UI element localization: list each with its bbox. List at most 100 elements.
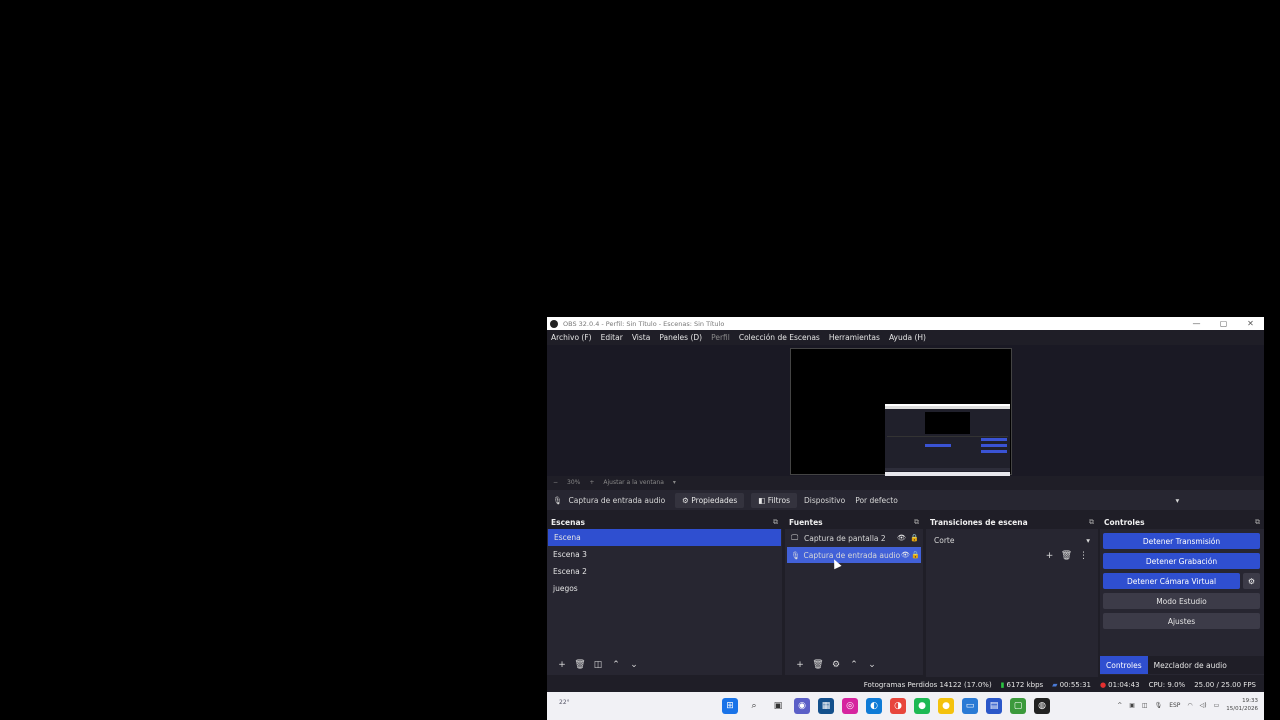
source-item[interactable]: 🎙 Captura de entrada audio 👁 🔒: [787, 547, 921, 563]
lock-icon[interactable]: 🔒: [908, 534, 921, 542]
source-toolbar: 🎙 Captura de entrada audio ⚙ Propiedades…: [547, 490, 1264, 510]
zoom-out-button[interactable]: −: [553, 479, 558, 486]
chrome-icon[interactable]: ◑: [890, 698, 906, 714]
zoom-bar: − 30% + Ajustar a la ventana ▾: [547, 476, 1264, 488]
source-properties-button[interactable]: ⚙: [827, 660, 845, 670]
menu-herramientas[interactable]: Herramientas: [829, 333, 880, 342]
chevron-down-icon: ▾: [1086, 535, 1090, 545]
preview-area[interactable]: [547, 345, 1264, 477]
source-item[interactable]: 🖵 Captura de pantalla 2 👁 🔒: [787, 530, 921, 546]
start-icon[interactable]: ⊞: [722, 698, 738, 714]
tab-audio-mixer[interactable]: Mezclador de audio: [1148, 656, 1233, 674]
file-explorer-icon[interactable]: ●: [938, 698, 954, 714]
battery-icon[interactable]: ▭: [1214, 702, 1220, 709]
remove-source-button[interactable]: 🗑: [809, 660, 827, 670]
tray-mic-icon[interactable]: 🎙: [1155, 702, 1163, 709]
maximize-button[interactable]: ▢: [1210, 319, 1237, 328]
wifi-icon[interactable]: ◠: [1187, 702, 1192, 709]
zoom-level: 30%: [567, 478, 581, 486]
store-icon[interactable]: ▭: [962, 698, 978, 714]
chrome-alt-icon[interactable]: ▢: [1010, 698, 1026, 714]
add-source-button[interactable]: +: [791, 660, 809, 670]
device-select[interactable]: Por defecto ▾: [851, 493, 1184, 507]
obs-icon[interactable]: ◍: [1034, 698, 1050, 714]
move-scene-up-button[interactable]: ⌃: [607, 660, 625, 670]
obs-logo-icon: [550, 319, 558, 328]
scene-item[interactable]: Escena 2: [547, 563, 782, 580]
move-source-up-button[interactable]: ⌃: [845, 660, 863, 670]
transition-value: Corte: [934, 535, 955, 545]
settings-button[interactable]: Ajustes: [1103, 613, 1260, 629]
menu-archivo[interactable]: Archivo (F): [551, 333, 592, 342]
transition-select[interactable]: Corte ▾: [930, 533, 1094, 547]
popout-icon[interactable]: ⧉: [1255, 518, 1260, 527]
tray-chevron-icon[interactable]: ^: [1117, 702, 1122, 709]
popout-icon[interactable]: ⧉: [914, 518, 919, 527]
scene-filters-button[interactable]: ◫: [589, 660, 607, 670]
visibility-eye-icon[interactable]: 👁: [895, 534, 908, 542]
stop-stream-button[interactable]: Detener Transmisión: [1103, 533, 1260, 549]
scene-item[interactable]: Escena 3: [547, 546, 782, 563]
tab-controls[interactable]: Controles: [1100, 656, 1148, 674]
add-scene-button[interactable]: +: [553, 660, 571, 670]
source-label: Captura de entrada audio: [803, 550, 901, 560]
controls-title: Controles: [1104, 517, 1145, 527]
language-indicator[interactable]: ESP: [1169, 702, 1180, 709]
move-scene-down-button[interactable]: ⌄: [625, 660, 643, 670]
system-tray: ^ ▣ ◫ 🎙 ESP ◠ ◁) ▭ 19:33 15/01/2026: [1110, 697, 1258, 713]
close-button[interactable]: ✕: [1237, 319, 1264, 328]
menu-ayuda[interactable]: Ayuda (H): [889, 333, 926, 342]
weather-widget[interactable]: 22°: [559, 699, 570, 706]
program-preview[interactable]: [790, 348, 1012, 477]
teams-icon[interactable]: ◉: [794, 698, 810, 714]
microphone-icon: 🎙: [791, 550, 801, 560]
task-view-icon[interactable]: ▣: [770, 698, 786, 714]
taskbar-apps: ⊞ ⌕ ▣ ◉ ▦ ◎ ◐ ◑ ● ● ▭ ▤ ▢ ◍: [722, 698, 1058, 714]
app-icon[interactable]: ▦: [818, 698, 834, 714]
visibility-eye-icon[interactable]: 👁: [900, 551, 910, 559]
menu-paneles[interactable]: Paneles (D): [659, 333, 702, 342]
properties-button[interactable]: ⚙ Propiedades: [675, 492, 745, 508]
popout-icon[interactable]: ⧉: [773, 518, 778, 527]
clock[interactable]: 19:33 15/01/2026: [1226, 697, 1258, 713]
menu-perfil[interactable]: Perfil: [711, 333, 730, 342]
scene-item[interactable]: juegos: [547, 580, 782, 597]
instagram-icon[interactable]: ◎: [842, 698, 858, 714]
scene-item[interactable]: Escena: [548, 529, 781, 546]
volume-icon[interactable]: ◁): [1200, 702, 1207, 709]
minimize-button[interactable]: —: [1183, 319, 1210, 328]
fit-to-window[interactable]: Ajustar a la ventana: [603, 479, 664, 486]
bitrate: 6172 kbps: [1006, 680, 1044, 689]
title-bar: OBS 32.0.4 - Perfil: Sin Título - Escena…: [547, 317, 1264, 330]
filters-button[interactable]: ◧ Filtros: [751, 492, 798, 508]
gear-icon[interactable]: ⚙: [1243, 573, 1260, 589]
tray-app-icon[interactable]: ▣: [1129, 702, 1135, 709]
status-bar: Fotogramas Perdidos 14122 (17.0%) ▮ 6172…: [547, 677, 1264, 692]
menu-bar: Archivo (F) Editar Vista Paneles (D) Per…: [547, 330, 1264, 345]
stream-icon: ▰: [1052, 680, 1058, 689]
popout-icon[interactable]: ⧉: [1089, 518, 1094, 527]
remove-transition-button[interactable]: 🗑: [1058, 551, 1075, 561]
tray-app-icon[interactable]: ◫: [1142, 702, 1148, 709]
zoom-in-button[interactable]: +: [589, 479, 594, 486]
lock-icon[interactable]: 🔒: [911, 551, 921, 559]
edge-icon[interactable]: ◐: [866, 698, 882, 714]
menu-vista[interactable]: Vista: [632, 333, 651, 342]
zoom-dropdown-icon[interactable]: ▾: [673, 479, 676, 486]
stop-recording-button[interactable]: Detener Grabación: [1103, 553, 1260, 569]
app-icon[interactable]: ▤: [986, 698, 1002, 714]
studio-mode-button[interactable]: Modo Estudio: [1103, 593, 1260, 609]
transitions-header: Transiciones de escena ⧉: [926, 515, 1098, 529]
menu-editar[interactable]: Editar: [601, 333, 623, 342]
stream-time: 00:55:31: [1059, 680, 1092, 689]
remove-scene-button[interactable]: 🗑: [571, 660, 589, 670]
sources-title: Fuentes: [789, 517, 823, 527]
spotify-icon[interactable]: ●: [914, 698, 930, 714]
search-icon[interactable]: ⌕: [746, 698, 762, 714]
stop-virtual-camera-button[interactable]: Detener Cámara Virtual: [1103, 573, 1240, 589]
transition-menu-button[interactable]: ⋮: [1075, 551, 1092, 561]
move-source-down-button[interactable]: ⌄: [863, 660, 881, 670]
obs-window: OBS 32.0.4 - Perfil: Sin Título - Escena…: [547, 317, 1264, 720]
add-transition-button[interactable]: +: [1041, 551, 1058, 561]
menu-coleccion-escenas[interactable]: Colección de Escenas: [739, 333, 820, 342]
